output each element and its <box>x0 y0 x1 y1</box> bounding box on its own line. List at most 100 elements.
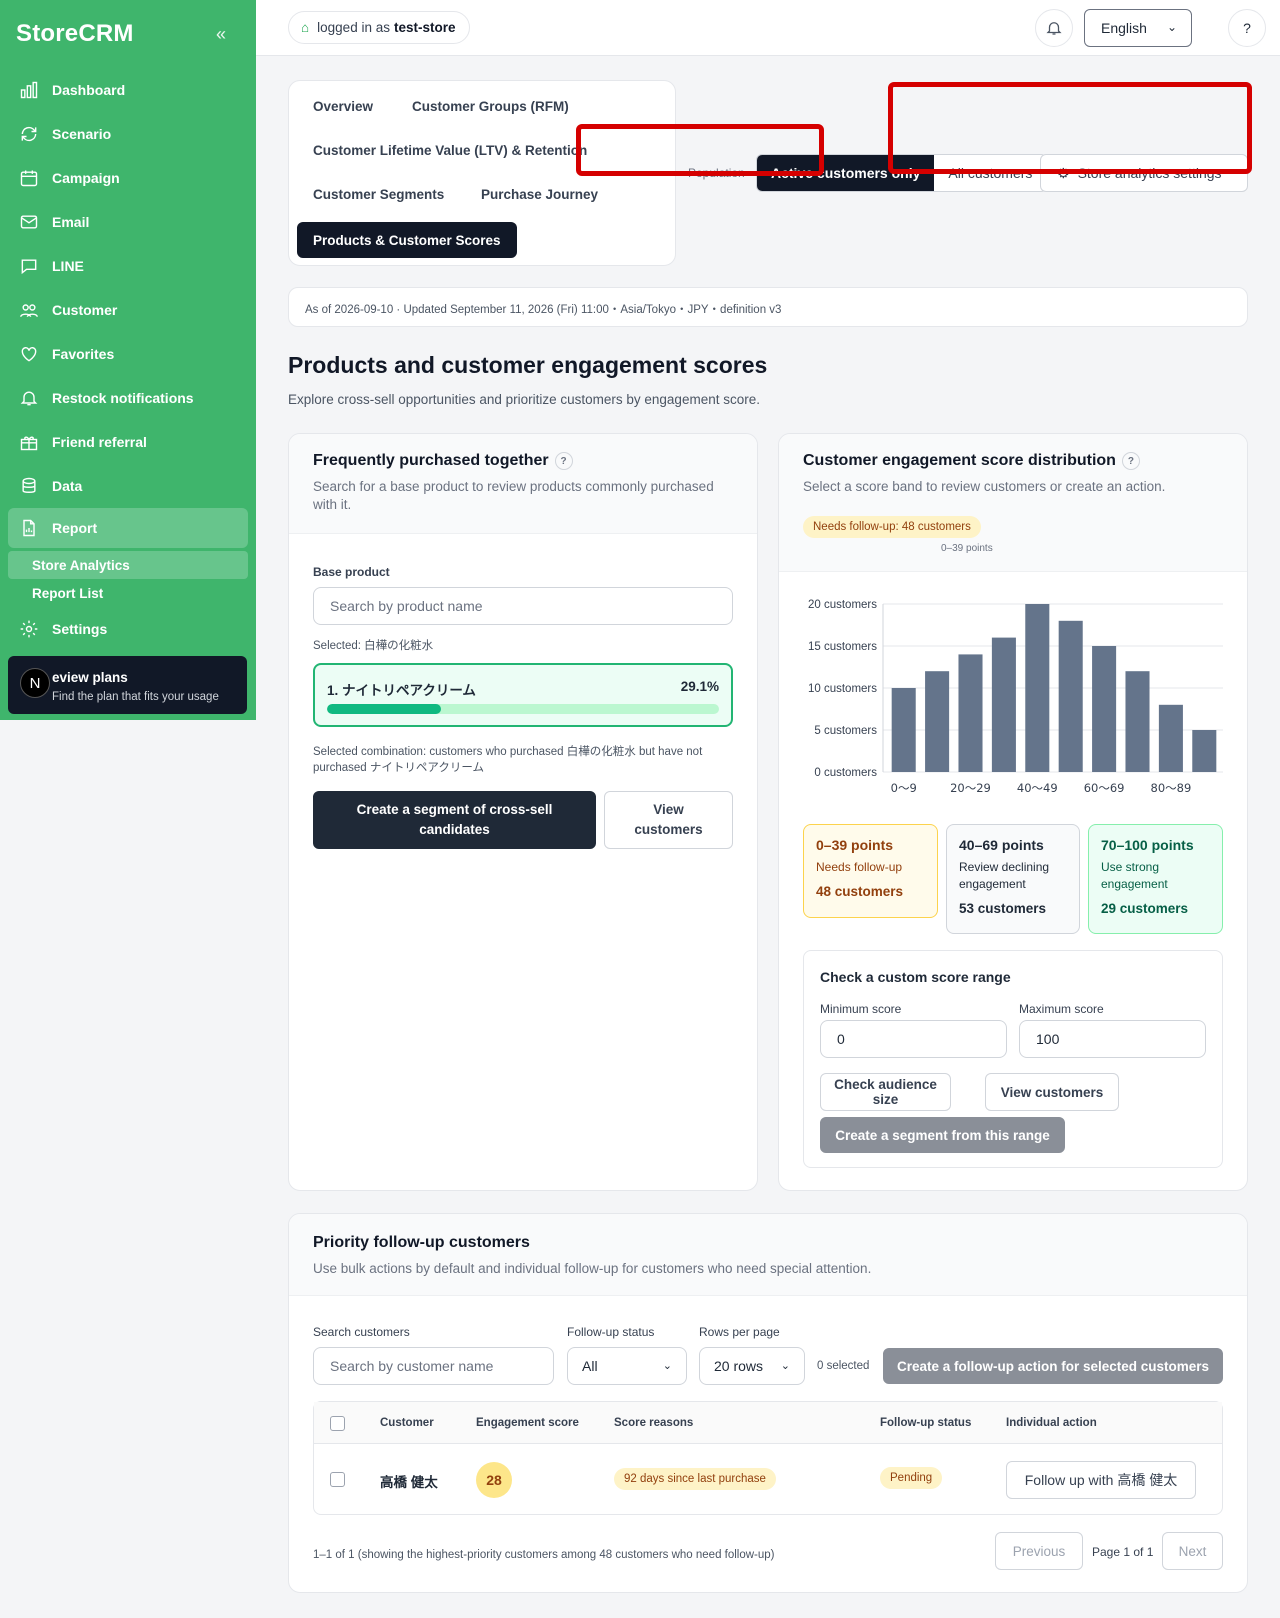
calendar-icon <box>18 167 40 189</box>
sidebar-item-customer[interactable]: Customer <box>0 288 256 332</box>
page-subtitle: Explore cross-sell opportunities and pri… <box>288 392 760 407</box>
language-select[interactable]: English ⌄ <box>1084 9 1192 47</box>
score-badge: 28 <box>476 1462 512 1498</box>
chart-bars-icon <box>18 79 40 101</box>
annotation-box <box>888 82 1252 174</box>
bar-90〜100[interactable] <box>1192 730 1217 772</box>
bar-10〜19[interactable] <box>925 671 950 772</box>
create-range-segment-button[interactable]: Create a segment from this range <box>820 1117 1065 1153</box>
band-label: Use strong engagement <box>1101 860 1168 891</box>
tab-journey[interactable]: Purchase Journey <box>481 187 598 202</box>
cross-sell-result[interactable]: 1. ナイトリペアクリーム 29.1% <box>313 663 733 727</box>
sidebar-item-referral[interactable]: Friend referral <box>0 420 256 464</box>
priority-followup-card: Priority follow-up customers Use bulk ac… <box>288 1213 1248 1593</box>
reason-badge: 92 days since last purchase <box>614 1468 776 1490</box>
sidebar-item-line[interactable]: LINE <box>0 244 256 288</box>
score-desc: Select a score band to review customers … <box>803 479 1166 495</box>
users-icon <box>18 299 40 321</box>
next-page-button[interactable]: Next <box>1162 1532 1223 1570</box>
sidebar-sub-store-analytics[interactable]: Store Analytics <box>8 551 248 579</box>
home-icon: ⌂ <box>301 20 310 35</box>
sidebar-item-campaign[interactable]: Campaign <box>0 156 256 200</box>
customer-name[interactable]: 高橋 健太 <box>380 1471 438 1491</box>
sidebar-item-favorites[interactable]: Favorites <box>0 332 256 376</box>
tab-rfm[interactable]: Customer Groups (RFM) <box>412 99 569 114</box>
product-search-input[interactable]: Search by product name <box>313 587 733 625</box>
chevron-down-icon: ⌄ <box>780 1360 790 1372</box>
result-progress-bar <box>327 704 719 714</box>
custom-range-title: Check a custom score range <box>820 969 1011 985</box>
sidebar-item-dashboard[interactable]: Dashboard <box>0 68 256 112</box>
band-count: 48 customers <box>816 883 904 899</box>
score-band-1[interactable]: 40–69 points Review declining engagement 5… <box>946 824 1080 934</box>
mail-icon <box>18 211 40 233</box>
gear-icon <box>18 618 40 640</box>
cross-sell-desc: Search for a base product to review prod… <box>313 479 714 512</box>
tab-products-scores[interactable]: Products & Customer Scores <box>297 222 517 258</box>
max-score-input[interactable]: 100 <box>1019 1020 1206 1058</box>
status-badge: Pending <box>880 1467 943 1489</box>
select-all-checkbox[interactable] <box>330 1416 345 1431</box>
database-icon <box>18 475 40 497</box>
sidebar-item-email[interactable]: Email <box>0 200 256 244</box>
create-cross-sell-segment-button[interactable]: Create a segment of cross-sell candidate… <box>313 791 596 849</box>
sidebar-item-settings[interactable]: Settings <box>0 607 256 651</box>
refresh-icon <box>18 123 40 145</box>
needs-followup-badge[interactable]: Needs follow-up: 48 customers <box>803 516 981 538</box>
tab-ltv[interactable]: Customer Lifetime Value (LTV) & Retentio… <box>313 143 587 158</box>
score-band-2[interactable]: 70–100 points Use strong engagement 29 cus… <box>1088 824 1223 934</box>
tab-overview[interactable]: Overview <box>313 99 373 114</box>
x-tick-label: 20〜29 <box>950 781 991 795</box>
customer-search-input[interactable]: Search by customer name <box>313 1347 554 1385</box>
custom-view-customers-button[interactable]: View customers <box>985 1073 1119 1111</box>
bar-80〜89[interactable] <box>1158 704 1183 772</box>
score-distribution-chart: 0 customers 5 customers 10 customers 15 cus… <box>808 599 1223 795</box>
band-count: 29 customers <box>1101 900 1189 916</box>
notifications-button[interactable] <box>1035 9 1073 47</box>
score-band-0[interactable]: 0–39 points Needs follow-up 48 customers <box>803 824 938 918</box>
bar-0〜9[interactable] <box>891 688 916 772</box>
sidebar-item-scenario[interactable]: Scenario <box>0 112 256 156</box>
bar-20〜29[interactable] <box>958 654 983 772</box>
table-row: 高橋 健太 28 92 days since last purchase Pen… <box>314 1444 1222 1514</box>
view-customers-button[interactable]: View customers <box>604 791 733 849</box>
sidebar-item-restock[interactable]: Restock notifications <box>0 376 256 420</box>
min-score-input[interactable]: 0 <box>820 1020 1007 1058</box>
collapse-sidebar-icon[interactable]: « <box>216 24 226 45</box>
heart-icon <box>18 343 40 365</box>
sidebar-item-data[interactable]: Data <box>0 464 256 508</box>
bar-70〜79[interactable] <box>1125 671 1150 772</box>
band-count: 53 customers <box>959 900 1047 916</box>
sidebar-sub-report-list[interactable]: Report List <box>0 579 256 607</box>
status-label: Follow-up status <box>567 1325 655 1339</box>
bar-30〜39[interactable] <box>991 637 1016 772</box>
help-button[interactable]: ? <box>1228 9 1266 47</box>
y-tick-label: 10 customers <box>808 683 877 695</box>
help-icon[interactable]: ? <box>1121 452 1140 470</box>
rows-select[interactable]: 20 rows ⌄ <box>699 1347 805 1385</box>
search-customers-label: Search customers <box>313 1325 410 1339</box>
band-range: 0–39 points <box>816 837 894 853</box>
chat-icon <box>18 255 40 277</box>
band-range: 70–100 points <box>1101 837 1194 853</box>
row-checkbox[interactable] <box>330 1472 345 1487</box>
chevron-down-icon: ⌄ <box>1166 20 1177 34</box>
status-select[interactable]: All ⌄ <box>567 1347 687 1385</box>
cross-sell-title: Frequently purchased together <box>313 452 549 470</box>
brand-logo[interactable]: StoreCRM <box>16 20 134 48</box>
bar-60〜69[interactable] <box>1092 646 1117 772</box>
avatar: N <box>20 668 50 698</box>
check-audience-button[interactable]: Check audience size <box>820 1073 951 1111</box>
sidebar-item-report[interactable]: Report <box>8 508 248 548</box>
y-tick-label: 0 customers <box>814 767 877 779</box>
result-percentage: 29.1% <box>680 679 719 694</box>
bulk-followup-button[interactable]: Create a follow-up action for selected c… <box>883 1348 1223 1384</box>
annotation-box <box>576 124 824 176</box>
tab-segments[interactable]: Customer Segments <box>313 187 444 202</box>
individual-followup-button[interactable]: Follow up with 高橋 健太 <box>1006 1461 1196 1499</box>
previous-page-button[interactable]: Previous <box>995 1532 1083 1570</box>
bar-40〜49[interactable] <box>1025 604 1050 772</box>
help-icon[interactable]: ? <box>554 452 573 470</box>
bar-50〜59[interactable] <box>1058 620 1083 772</box>
review-plans-banner[interactable]: N eview plans Find the plan that fits yo… <box>8 656 247 714</box>
